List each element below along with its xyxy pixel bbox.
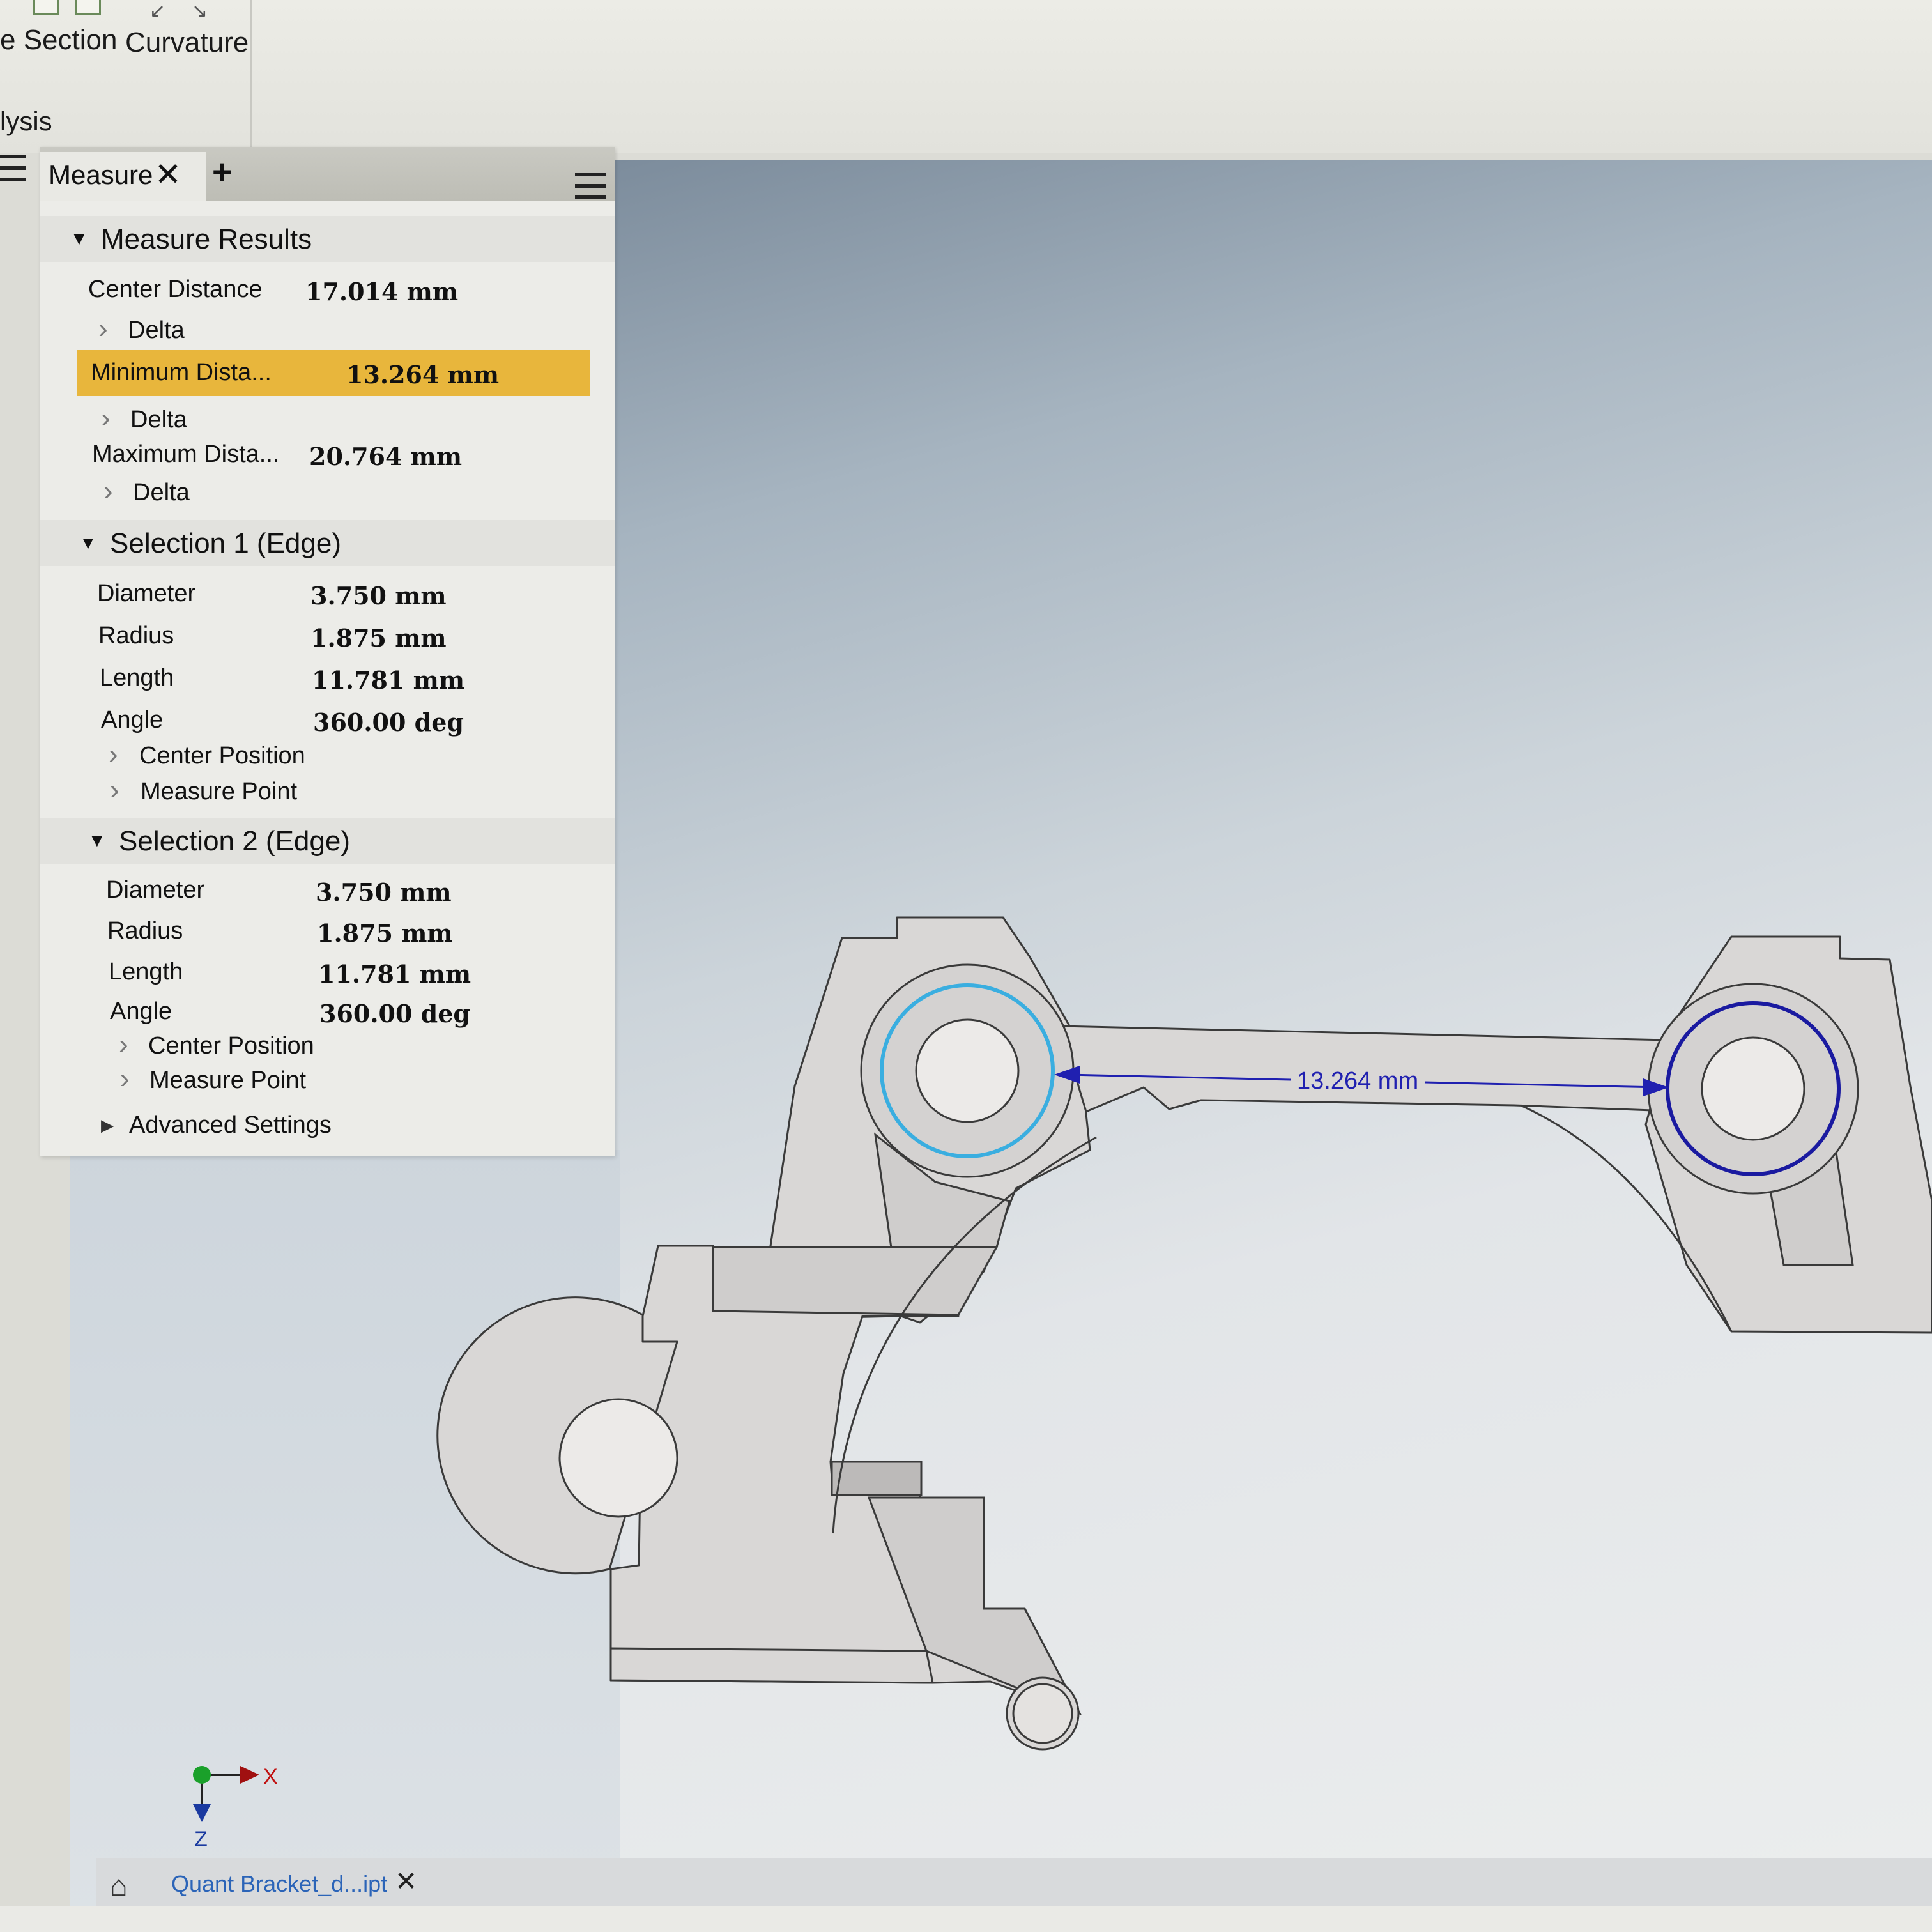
tab-measure[interactable]: Measure ✕ xyxy=(40,152,206,201)
radius-value: 1.875 mm xyxy=(317,919,453,947)
angle-value: 360.00 deg xyxy=(319,999,470,1028)
advanced-settings-row[interactable]: ▶ Advanced Settings xyxy=(40,1105,615,1145)
measure-panel: Measure ✕ + ▼ Measure Results Center Dis… xyxy=(0,147,615,1156)
tab-close-icon[interactable]: ✕ xyxy=(155,156,181,193)
delta-label: Delta xyxy=(133,479,190,506)
lower-slot xyxy=(831,1460,923,1496)
axis-triad: X Z xyxy=(193,1765,278,1851)
selection1-length-row[interactable]: Length 11.781 mm xyxy=(40,658,615,698)
length-label: Length xyxy=(109,958,183,985)
chevron-right-icon[interactable]: › xyxy=(109,739,118,770)
advanced-settings-label: Advanced Settings xyxy=(129,1112,332,1138)
document-tab[interactable]: Quant Bracket_d...ipt ✕ xyxy=(158,1863,433,1913)
selection2-diameter-row[interactable]: Diameter 3.750 mm xyxy=(40,870,615,910)
selection2-measure-point-row[interactable]: › Measure Point xyxy=(40,1061,615,1100)
minimum-distance-value: 13.264 mm xyxy=(346,360,500,389)
selection1-center-position-row[interactable]: › Center Position xyxy=(40,736,615,776)
expand-triangle-icon[interactable]: ▶ xyxy=(101,1116,114,1135)
measure-results-title: Measure Results xyxy=(101,224,312,255)
bracket-foot xyxy=(610,1647,934,1684)
axis-z-label: Z xyxy=(194,1827,208,1851)
radius-value: 1.875 mm xyxy=(310,624,447,652)
delta-label: Delta xyxy=(128,317,185,344)
minimum-distance-label: Minimum Dista... xyxy=(91,359,272,386)
maximum-distance-label: Maximum Dista... xyxy=(92,441,280,468)
collapse-triangle-icon[interactable]: ▼ xyxy=(88,831,106,851)
center-distance-row[interactable]: Center Distance 17.014 mm xyxy=(40,270,615,309)
selection2-center-position-row[interactable]: › Center Position xyxy=(40,1026,615,1066)
length-label: Length xyxy=(100,664,174,691)
panel-options-icon[interactable] xyxy=(575,172,606,207)
center-distance-value: 17.014 mm xyxy=(305,277,459,306)
center-distance-label: Center Distance xyxy=(88,276,263,303)
delta-label: Delta xyxy=(130,406,187,433)
browser-menu-icon[interactable] xyxy=(0,155,26,193)
chevron-right-icon[interactable]: › xyxy=(103,475,113,507)
angle-label: Angle xyxy=(101,707,164,733)
collapse-triangle-icon[interactable]: ▼ xyxy=(70,229,88,249)
lower-left-hole xyxy=(558,1398,678,1518)
selection2-length-row[interactable]: Length 11.781 mm xyxy=(40,952,615,992)
diameter-value: 3.750 mm xyxy=(316,878,452,907)
diameter-value: 3.750 mm xyxy=(310,581,447,610)
measure-results-header[interactable]: ▼ Measure Results xyxy=(40,216,615,262)
selection2-angle-row[interactable]: Angle 360.00 deg xyxy=(40,992,615,1031)
status-bar xyxy=(0,1906,1932,1932)
right-boss-hole xyxy=(1701,1036,1805,1141)
left-boss-hole xyxy=(915,1018,1020,1123)
selection1-header[interactable]: ▼ Selection 1 (Edge) xyxy=(40,520,615,566)
selection1-radius-row[interactable]: Radius 1.875 mm xyxy=(40,616,615,656)
length-value: 11.781 mm xyxy=(318,960,471,988)
diameter-label: Diameter xyxy=(97,580,196,607)
add-tab-button[interactable]: + xyxy=(212,152,233,192)
delta-row-1[interactable]: › Delta xyxy=(40,310,615,350)
selection1-diameter-row[interactable]: Diameter 3.750 mm xyxy=(40,574,615,613)
length-value: 11.781 mm xyxy=(312,666,465,694)
selection1-angle-row[interactable]: Angle 360.00 deg xyxy=(40,700,615,740)
selection1-title: Selection 1 (Edge) xyxy=(110,528,341,559)
chevron-right-icon[interactable]: › xyxy=(110,774,119,806)
radius-label: Radius xyxy=(107,917,183,944)
center-position-label: Center Position xyxy=(139,742,305,769)
foot-hole xyxy=(1012,1683,1073,1744)
axis-x-label: X xyxy=(263,1765,278,1789)
chevron-right-icon[interactable]: › xyxy=(120,1063,130,1095)
maximum-distance-value: 20.764 mm xyxy=(309,442,463,471)
maximum-distance-row[interactable]: Maximum Dista... 20.764 mm xyxy=(40,434,615,474)
angle-value: 360.00 deg xyxy=(313,708,464,737)
diameter-label: Diameter xyxy=(106,877,205,903)
collapse-triangle-icon[interactable]: ▼ xyxy=(79,533,97,553)
dimension-label[interactable]: 13.264 mm xyxy=(1297,1068,1418,1094)
left-lower-shelf xyxy=(712,1246,999,1316)
panel-tab-bar: Measure ✕ + xyxy=(0,147,615,201)
chevron-right-icon[interactable]: › xyxy=(119,1029,128,1061)
delta-row-2[interactable]: › Delta xyxy=(40,400,615,440)
measure-point-label: Measure Point xyxy=(150,1067,307,1094)
angle-label: Angle xyxy=(110,998,172,1025)
measure-point-label: Measure Point xyxy=(141,778,298,805)
selection2-title: Selection 2 (Edge) xyxy=(119,825,350,857)
document-tab-close-icon[interactable]: ✕ xyxy=(395,1866,417,1897)
tab-measure-label: Measure xyxy=(49,160,153,190)
center-position-label: Center Position xyxy=(148,1032,314,1059)
home-icon[interactable]: ⌂ xyxy=(110,1868,128,1903)
selection2-header[interactable]: ▼ Selection 2 (Edge) xyxy=(40,818,615,864)
minimum-distance-row[interactable]: Minimum Dista... 13.264 mm xyxy=(77,350,590,396)
radius-label: Radius xyxy=(98,622,174,649)
chevron-right-icon[interactable]: › xyxy=(98,313,108,345)
selection2-radius-row[interactable]: Radius 1.875 mm xyxy=(40,911,615,951)
delta-row-3[interactable]: › Delta xyxy=(40,473,615,512)
selection1-measure-point-row[interactable]: › Measure Point xyxy=(40,772,615,811)
chevron-right-icon[interactable]: › xyxy=(101,402,111,434)
document-tab-label: Quant Bracket_d...ipt xyxy=(171,1871,388,1897)
